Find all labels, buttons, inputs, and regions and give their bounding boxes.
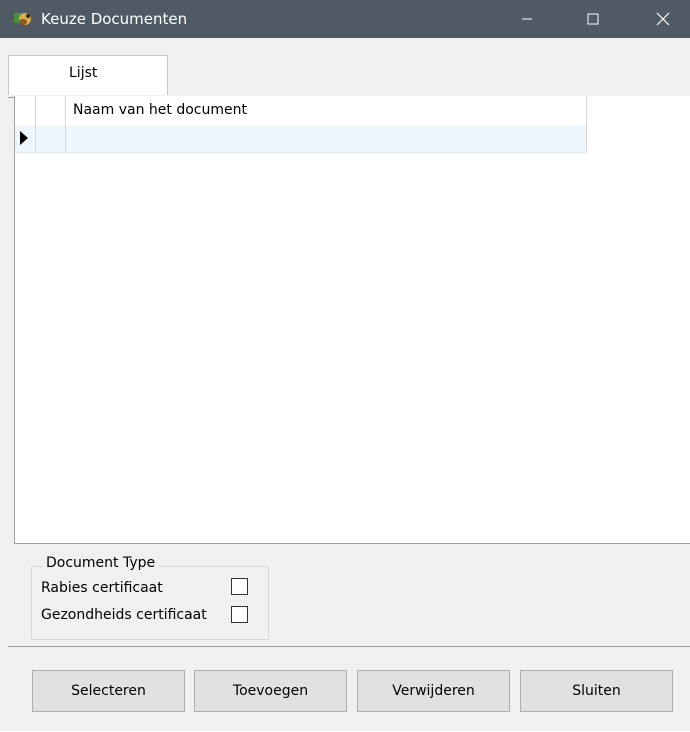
grid-header: Naam van het document <box>15 96 587 127</box>
gezondheids-certificaat-label[interactable]: Gezondheids certificaat <box>41 607 207 623</box>
verwijderen-button[interactable]: Verwijderen <box>357 670 510 712</box>
selecteren-button[interactable]: Selecteren <box>32 670 185 712</box>
close-button[interactable] <box>640 0 686 38</box>
rabies-certificaat-label[interactable]: Rabies certificaat <box>41 580 163 596</box>
keuze-documenten-window: Keuze Documenten Lijst Naam van het docu… <box>0 0 690 731</box>
column-divider <box>586 96 587 152</box>
rabies-certificaat-checkbox[interactable] <box>231 578 248 595</box>
tab-label: Lijst <box>69 65 98 81</box>
close-icon <box>656 12 670 26</box>
minimize-icon <box>522 18 532 20</box>
dog-icon <box>14 13 31 25</box>
gezondheids-certificaat-checkbox[interactable] <box>231 606 248 623</box>
toevoegen-button[interactable]: Toevoegen <box>194 670 347 712</box>
row-pointer-icon <box>20 131 28 145</box>
column-header-document-name[interactable]: Naam van het document <box>73 102 247 118</box>
minimize-button[interactable] <box>504 0 550 38</box>
column-divider <box>65 96 66 152</box>
column-divider <box>35 96 36 152</box>
maximize-icon <box>587 13 599 25</box>
table-row[interactable] <box>15 126 587 153</box>
maximize-button[interactable] <box>570 0 616 38</box>
title-bar[interactable]: Keuze Documenten <box>0 0 690 38</box>
tab-lijst[interactable]: Lijst <box>8 55 168 95</box>
window-title: Keuze Documenten <box>41 10 188 28</box>
document-type-legend: Document Type <box>42 555 160 571</box>
sluiten-button[interactable]: Sluiten <box>520 670 673 712</box>
documents-grid[interactable]: Naam van het document <box>14 96 690 544</box>
